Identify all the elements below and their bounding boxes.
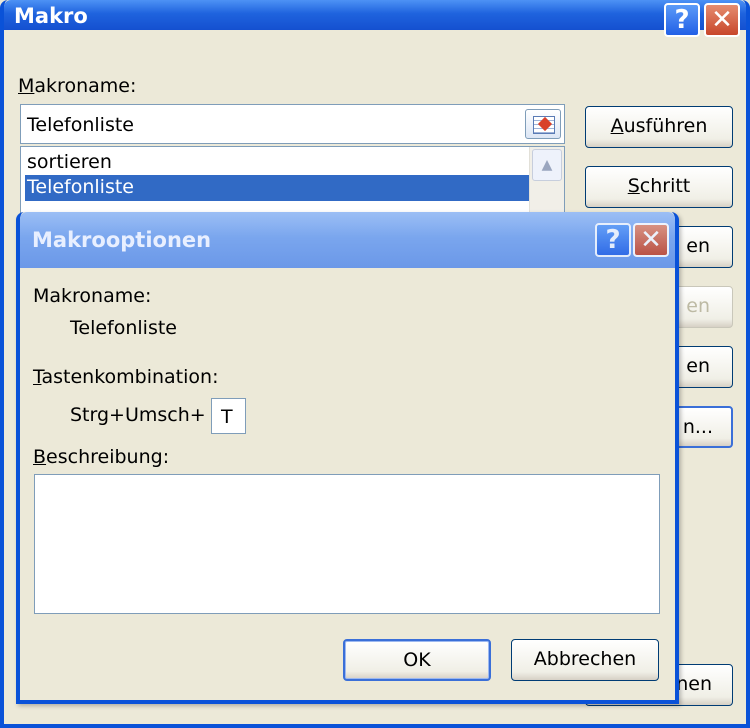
beschreibung-textarea[interactable]: [34, 474, 660, 614]
makroname-label: Makroname:: [33, 285, 152, 307]
list-item[interactable]: Telefonliste: [27, 176, 134, 198]
beschreibung-label: Beschreibung:: [33, 446, 170, 468]
makrooptionen-title: Makrooptionen: [32, 228, 212, 252]
loeschen-label: en: [686, 355, 710, 377]
optionen-label: n...: [682, 416, 713, 438]
tastenkombination-label: Tastenkombination:: [33, 366, 219, 388]
abbrechen-button[interactable]: Abbrechen: [511, 639, 659, 681]
scroll-up-button[interactable]: ▲: [532, 149, 562, 181]
abbrechen-label: Abbrechen: [533, 648, 637, 670]
abbrechen-back-label: nen: [676, 673, 712, 695]
makro-title: Makro: [14, 4, 88, 28]
close-icon[interactable]: ✕: [704, 3, 740, 37]
shortcut-prefix: Strg+Umsch+: [70, 404, 206, 426]
makroname-label-text: akroname:: [34, 75, 137, 97]
makroname-input-value: Telefonliste: [27, 114, 134, 136]
makrooptionen-dialog: Makrooptionen ? ✕ Makroname: Telefonlist…: [16, 212, 679, 704]
erstellen-label: en: [686, 295, 710, 317]
makroname-label: Makroname:: [18, 75, 137, 97]
makroname-input[interactable]: Telefonliste: [20, 104, 565, 144]
shortcut-key-input[interactable]: T: [211, 398, 246, 434]
refedit-icon[interactable]: [525, 109, 561, 139]
ok-label: OK: [403, 649, 431, 671]
tastenkombination-label-text: astenkombination:: [41, 366, 219, 388]
makroname-value: Telefonliste: [70, 317, 177, 339]
makro-titlebar[interactable]: Makro ? ✕: [4, 0, 746, 37]
beschreibung-label-text: eschreibung:: [46, 446, 170, 468]
ok-button[interactable]: OK: [343, 639, 491, 681]
schritt-button[interactable]: Schritt: [585, 166, 733, 208]
close-icon[interactable]: ✕: [633, 223, 669, 257]
ausfuehren-label: usführen: [623, 115, 708, 137]
ausfuehren-button[interactable]: Ausführen: [585, 106, 733, 148]
help-icon[interactable]: ?: [595, 223, 631, 257]
shortcut-key-value: T: [221, 406, 233, 428]
schritt-label: chritt: [639, 175, 691, 197]
makrooptionen-titlebar[interactable]: Makrooptionen ? ✕: [20, 212, 675, 268]
help-icon[interactable]: ?: [664, 3, 700, 37]
list-item[interactable]: sortieren: [27, 151, 112, 173]
bearbeiten-label: en: [686, 235, 710, 257]
